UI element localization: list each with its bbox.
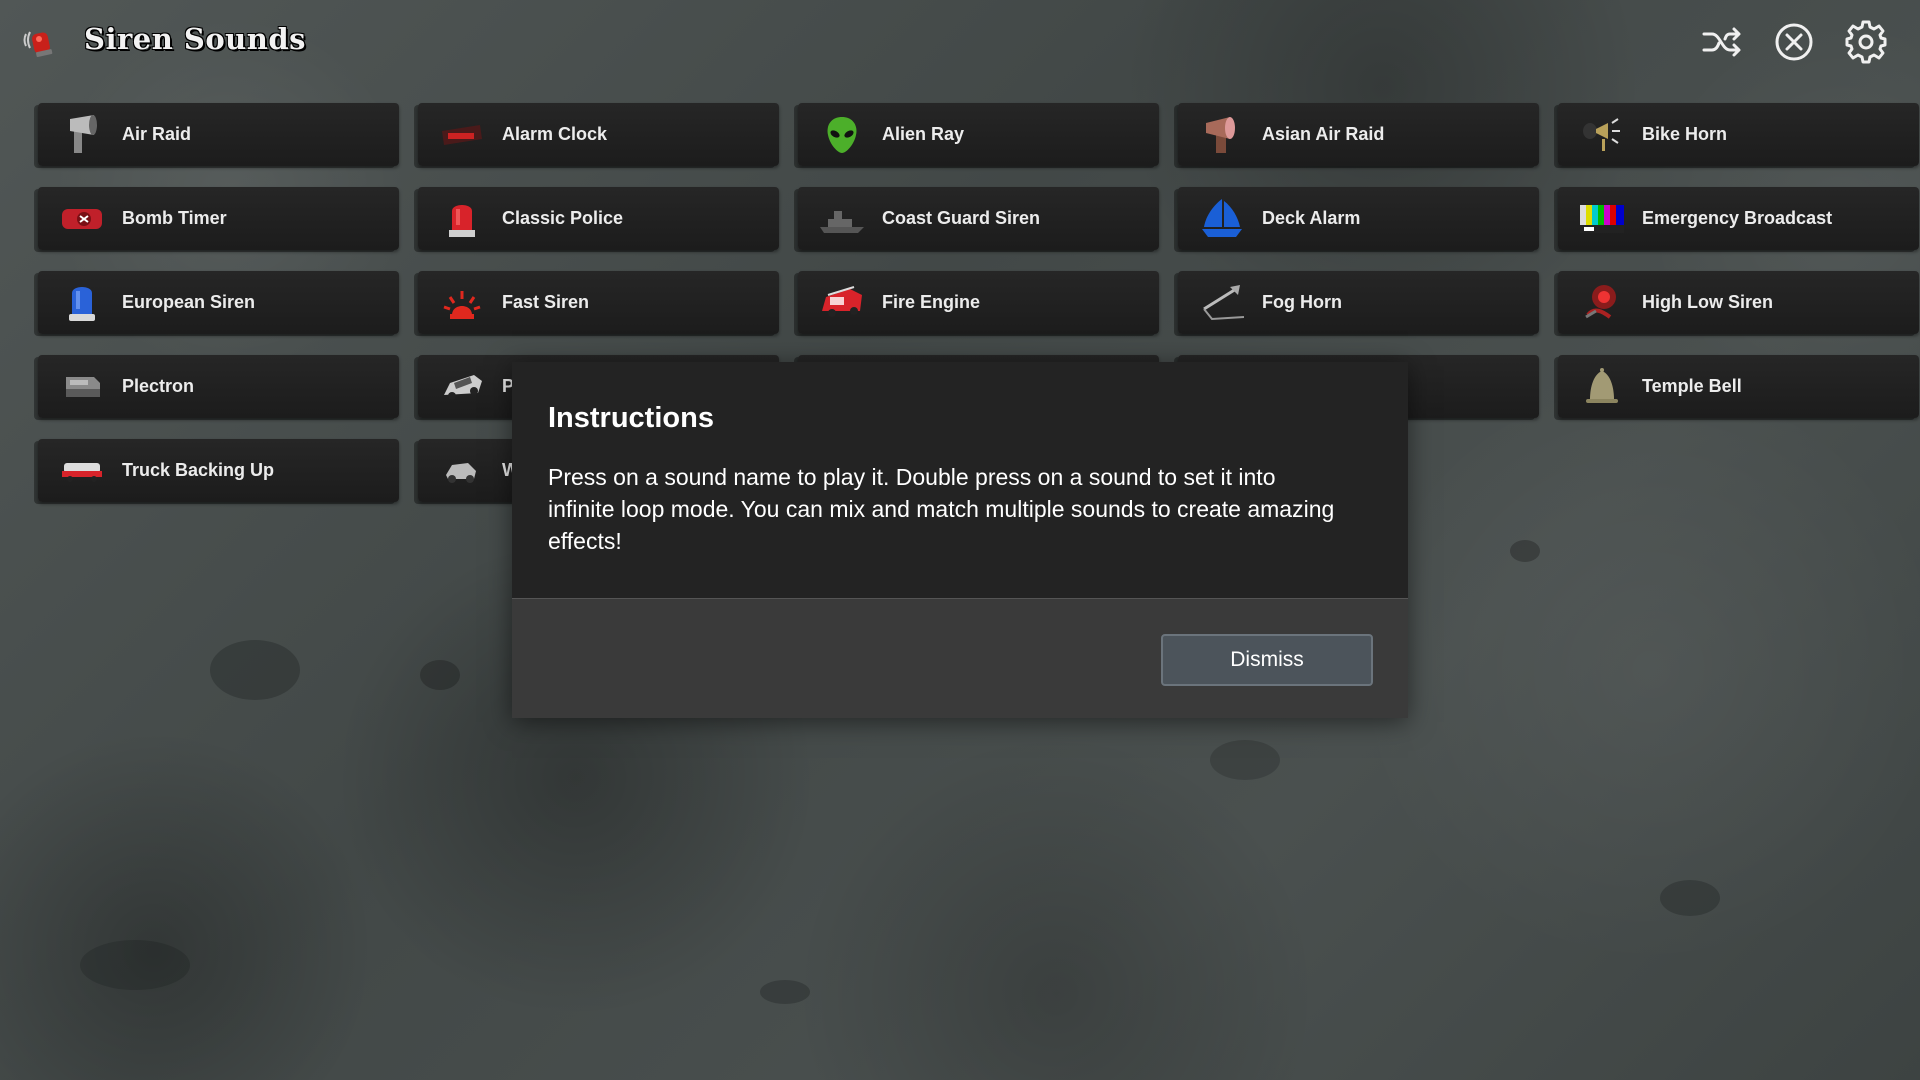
vehicle-icon	[440, 449, 484, 493]
sound-button-plectron[interactable]: Plectron	[38, 355, 399, 418]
truck-icon	[60, 449, 104, 493]
texture-speck	[1210, 740, 1280, 780]
sound-label: Plectron	[122, 376, 195, 396]
sound-button-coast-guard-siren[interactable]: Coast Guard Siren	[798, 187, 1159, 250]
sound-label: Bike Horn	[1642, 124, 1728, 144]
sound-label: Bomb Timer	[122, 208, 227, 228]
sound-button-european-siren[interactable]: European Siren	[38, 271, 399, 334]
sound-label: European Siren	[122, 292, 256, 312]
sound-button-bike-horn[interactable]: Bike Horn	[1558, 103, 1919, 166]
bomb-timer-icon	[60, 197, 104, 241]
red-police-light-icon	[440, 197, 484, 241]
air-raid-horn-icon	[1200, 113, 1244, 157]
sound-button-fast-siren[interactable]: Fast Siren	[418, 271, 779, 334]
sound-button-asian-air-raid[interactable]: Asian Air Raid	[1178, 103, 1539, 166]
texture-speck	[760, 980, 810, 1004]
sound-button-deck-alarm[interactable]: Deck Alarm	[1178, 187, 1539, 250]
sound-label: Fast Siren	[502, 292, 590, 312]
sound-button-emergency-broadcast[interactable]: Emergency Broadcast	[1558, 187, 1919, 250]
fire-truck-icon	[820, 281, 864, 325]
sound-label: Deck Alarm	[1262, 208, 1361, 228]
alarm-clock-icon	[440, 113, 484, 157]
sound-label: Emergency Broadcast	[1642, 208, 1833, 228]
sound-label: Alien Ray	[882, 124, 965, 144]
dialog-title: Instructions	[548, 402, 714, 434]
texture-speck	[80, 940, 190, 990]
instructions-dialog: Instructions Press on a sound name to pl…	[512, 362, 1408, 718]
loudspeaker-siren-icon	[60, 113, 104, 157]
fog-horn-icon	[1200, 281, 1245, 325]
sound-label: High Low Siren	[1642, 292, 1774, 312]
siren-app-logo-icon	[22, 24, 58, 60]
red-siren-speaker-icon	[1580, 281, 1624, 325]
sound-label: Truck Backing Up	[122, 460, 275, 480]
sound-label: Alarm Clock	[502, 124, 608, 144]
sound-label: Classic Police	[502, 208, 624, 228]
texture-speck	[210, 640, 300, 700]
bell-icon	[1580, 365, 1624, 409]
sound-label: Coast Guard Siren	[882, 208, 1041, 228]
ship-icon	[820, 197, 864, 241]
app-header: Siren Sounds	[0, 0, 1920, 86]
sound-button-alarm-clock[interactable]: Alarm Clock	[418, 103, 779, 166]
sound-button-classic-police[interactable]: Classic Police	[418, 187, 779, 250]
bike-horn-icon	[1580, 113, 1624, 157]
close-circle-icon[interactable]	[1772, 20, 1816, 64]
sound-label: Temple Bell	[1642, 376, 1742, 396]
app-title: Siren Sounds	[84, 22, 306, 56]
blue-police-light-icon	[60, 281, 104, 325]
sound-button-bomb-timer[interactable]: Bomb Timer	[38, 187, 399, 250]
sound-button-alien-ray[interactable]: Alien Ray	[798, 103, 1159, 166]
dialog-footer: Dismiss	[512, 598, 1408, 718]
sound-button-high-low-siren[interactable]: High Low Siren	[1558, 271, 1919, 334]
radio-receiver-icon	[60, 365, 104, 409]
texture-speck	[1660, 880, 1720, 916]
blue-sail-icon	[1200, 197, 1244, 241]
gear-icon[interactable]	[1844, 20, 1888, 64]
sound-label: Asian Air Raid	[1262, 124, 1385, 144]
sound-button-fire-engine[interactable]: Fire Engine	[798, 271, 1159, 334]
flashing-light-icon	[440, 281, 484, 325]
sound-button-air-raid[interactable]: Air Raid	[38, 103, 399, 166]
sound-button-fog-horn[interactable]: Fog Horn	[1178, 271, 1539, 334]
dismiss-button[interactable]: Dismiss	[1161, 634, 1373, 686]
color-bars-icon	[1580, 197, 1624, 241]
police-car-icon	[440, 365, 484, 409]
sound-label: Air Raid	[122, 124, 192, 144]
sound-label: Fog Horn	[1262, 292, 1342, 312]
alien-head-icon	[820, 113, 864, 157]
sound-label: Fire Engine	[882, 292, 981, 312]
sound-button-temple-bell[interactable]: Temple Bell	[1558, 355, 1919, 418]
dialog-body: Press on a sound name to play it. Double…	[548, 464, 1335, 554]
texture-speck	[1510, 540, 1540, 562]
texture-speck	[420, 660, 460, 690]
sound-button-truck-backing-up[interactable]: Truck Backing Up	[38, 439, 399, 502]
shuffle-icon[interactable]	[1700, 20, 1744, 64]
